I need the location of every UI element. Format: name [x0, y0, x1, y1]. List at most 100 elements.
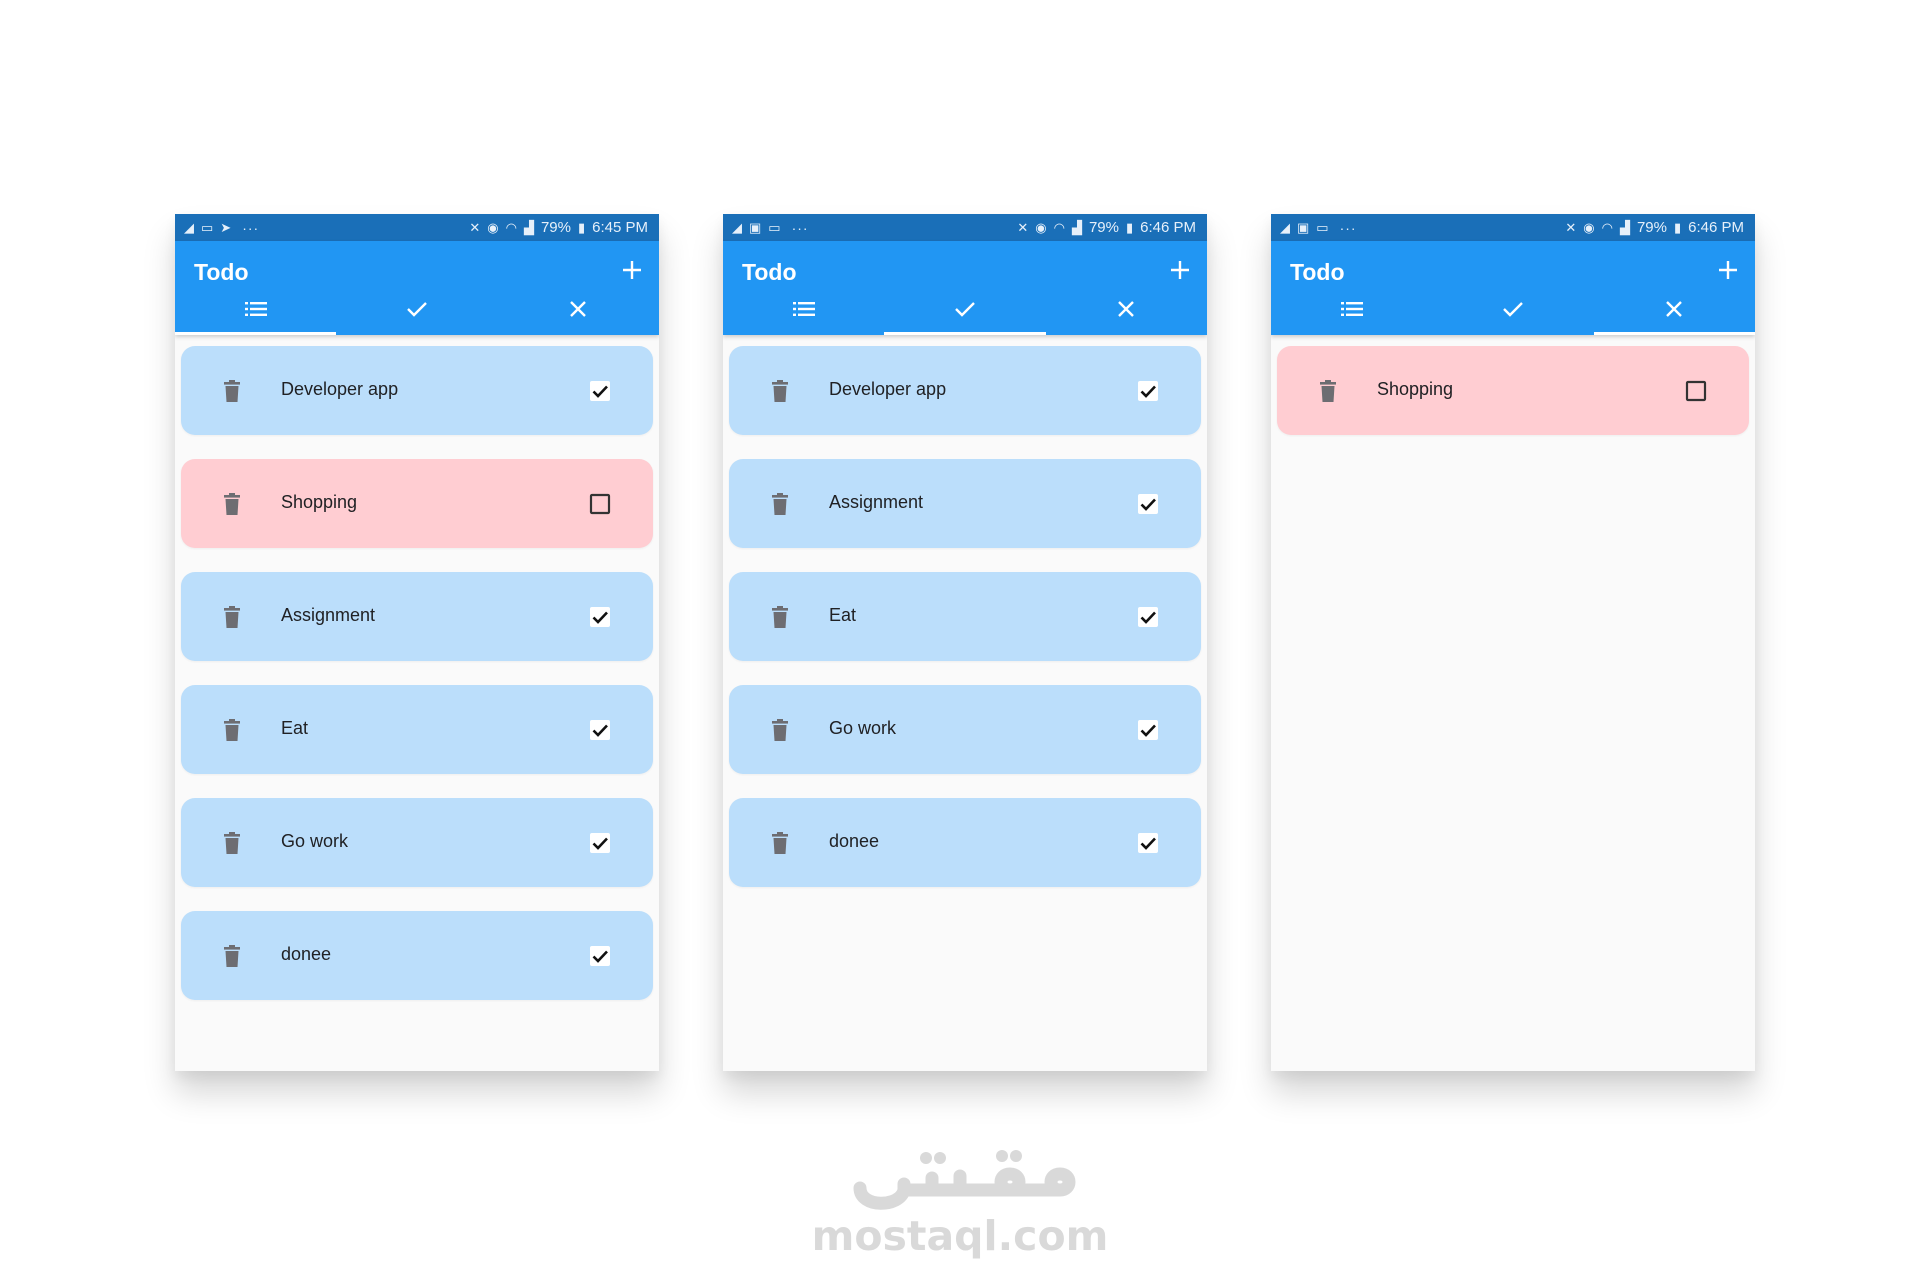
close-icon — [570, 301, 587, 317]
todo-item[interactable]: Assignment — [729, 459, 1201, 548]
todo-label: Assignment — [829, 492, 924, 512]
todo-item[interactable]: donee — [181, 911, 653, 1000]
add-button[interactable] — [1169, 259, 1191, 281]
battery-icon: ▮ — [1673, 220, 1682, 235]
todo-item[interactable]: Shopping — [1277, 346, 1749, 435]
list-icon — [792, 302, 815, 316]
laptop-icon: ▭ — [201, 220, 214, 235]
app-bar: Todo — [1271, 241, 1755, 335]
signal-icon: ▟ — [1619, 220, 1630, 235]
checkbox-checked[interactable] — [1137, 380, 1159, 402]
checkbox-unchecked[interactable] — [589, 493, 611, 515]
trash-icon[interactable] — [772, 606, 788, 628]
trash-icon[interactable] — [224, 380, 240, 402]
checkbox-checked[interactable] — [1137, 832, 1159, 854]
tab-completed[interactable] — [884, 283, 1046, 335]
clock: 6:46 PM — [1688, 219, 1744, 236]
checkbox-checked[interactable] — [589, 719, 611, 741]
notification-icon: ◢ — [732, 220, 742, 235]
trash-icon[interactable] — [224, 606, 240, 628]
mute-icon: ✕ — [1017, 220, 1029, 235]
notification-icon: ◢ — [1280, 220, 1290, 235]
mostaql-arabic-logo — [853, 1150, 1076, 1210]
battery-percent: 79% — [540, 219, 571, 236]
plus-icon — [1719, 261, 1737, 279]
tab-pending[interactable] — [498, 283, 659, 335]
todo-item[interactable]: donee — [729, 798, 1201, 887]
wifi-icon: ◠ — [505, 220, 517, 235]
tab-pending[interactable] — [1593, 283, 1755, 335]
status-bar: ◢ ▣ ▭ ··· ✕ ◉ ◠ ▟ 79% ▮ 6:46 PM — [723, 214, 1207, 241]
laptop-icon: ▭ — [768, 220, 781, 235]
todo-label: Developer app — [281, 379, 399, 399]
trash-icon[interactable] — [224, 719, 240, 741]
checkbox-checked[interactable] — [589, 606, 611, 628]
trash-icon[interactable] — [224, 493, 240, 515]
tab-all[interactable] — [175, 283, 337, 335]
todo-label: Go work — [829, 718, 897, 738]
alarm-icon: ◉ — [1035, 220, 1047, 235]
trash-icon[interactable] — [772, 832, 788, 854]
todo-item[interactable]: Developer app — [729, 346, 1201, 435]
todo-item[interactable]: Developer app — [181, 346, 653, 435]
todo-label: donee — [281, 944, 332, 964]
app-title: Todo — [194, 259, 249, 285]
todo-item[interactable]: Eat — [729, 572, 1201, 661]
trash-icon[interactable] — [772, 719, 788, 741]
tab-completed[interactable] — [1432, 283, 1593, 335]
image-icon: ▣ — [749, 220, 762, 235]
plus-icon — [1171, 261, 1189, 279]
trash-icon[interactable] — [1320, 380, 1336, 402]
todo-label: donee — [829, 831, 880, 851]
tab-completed[interactable] — [336, 283, 497, 335]
battery-icon: ▮ — [577, 220, 586, 235]
app-bar: Todo — [723, 241, 1207, 335]
screen-pending-tasks: ◢ ▣ ▭ ··· ✕ ◉ ◠ ▟ 79% ▮ 6:46 PM Todo Sho… — [1271, 214, 1755, 1071]
add-button[interactable] — [621, 259, 643, 281]
tab-all[interactable] — [723, 283, 884, 335]
checkbox-checked[interactable] — [589, 380, 611, 402]
signal-icon: ▟ — [523, 220, 534, 235]
trash-icon[interactable] — [224, 832, 240, 854]
trash-icon[interactable] — [224, 945, 240, 967]
todo-item[interactable]: Go work — [729, 685, 1201, 774]
add-button[interactable] — [1717, 259, 1739, 281]
status-bar: ◢ ▣ ▭ ··· ✕ ◉ ◠ ▟ 79% ▮ 6:46 PM — [1271, 214, 1755, 241]
close-icon — [1118, 301, 1135, 317]
todo-label: Developer app — [829, 379, 947, 399]
app-title: Todo — [742, 259, 797, 285]
todo-label: Shopping — [281, 492, 358, 512]
checkbox-checked[interactable] — [1137, 606, 1159, 628]
battery-percent: 79% — [1636, 219, 1667, 236]
mute-icon: ✕ — [469, 220, 481, 235]
checkbox-checked[interactable] — [1137, 493, 1159, 515]
todo-label: Eat — [829, 605, 857, 625]
todo-label: Assignment — [281, 605, 376, 625]
tab-all[interactable] — [1271, 283, 1432, 335]
todo-label: Shopping — [1377, 379, 1454, 399]
checkbox-checked[interactable] — [589, 832, 611, 854]
todo-label: Go work — [281, 831, 349, 851]
todo-item[interactable]: Eat — [181, 685, 653, 774]
checkbox-checked[interactable] — [1137, 719, 1159, 741]
app-title: Todo — [1290, 259, 1345, 285]
tab-pending[interactable] — [1046, 283, 1207, 335]
plus-icon — [623, 261, 641, 279]
todo-item[interactable]: Go work — [181, 798, 653, 887]
todo-list: Shopping — [1271, 335, 1755, 435]
wifi-icon: ◠ — [1053, 220, 1065, 235]
tab-bar — [1271, 283, 1755, 335]
todo-item[interactable]: Shopping — [181, 459, 653, 548]
screen-completed-tasks: ◢ ▣ ▭ ··· ✕ ◉ ◠ ▟ 79% ▮ 6:46 PM Todo Dev… — [723, 214, 1207, 1071]
screen-all-tasks: ◢ ▭ ➤ ··· ✕ ◉ ◠ ▟ 79% ▮ 6:45 PM Todo Dev… — [175, 214, 659, 1071]
todo-item[interactable]: Assignment — [181, 572, 653, 661]
mute-icon: ✕ — [1565, 220, 1577, 235]
showcase-stage: ◢ ▭ ➤ ··· ✕ ◉ ◠ ▟ 79% ▮ 6:45 PM Todo Dev… — [0, 0, 1920, 1280]
app-bar: Todo — [175, 241, 659, 335]
more-notifications-icon: ··· — [242, 219, 260, 236]
checkbox-checked[interactable] — [589, 945, 611, 967]
trash-icon[interactable] — [772, 493, 788, 515]
checkbox-unchecked[interactable] — [1685, 380, 1707, 402]
more-notifications-icon: ··· — [791, 219, 809, 236]
trash-icon[interactable] — [772, 380, 788, 402]
